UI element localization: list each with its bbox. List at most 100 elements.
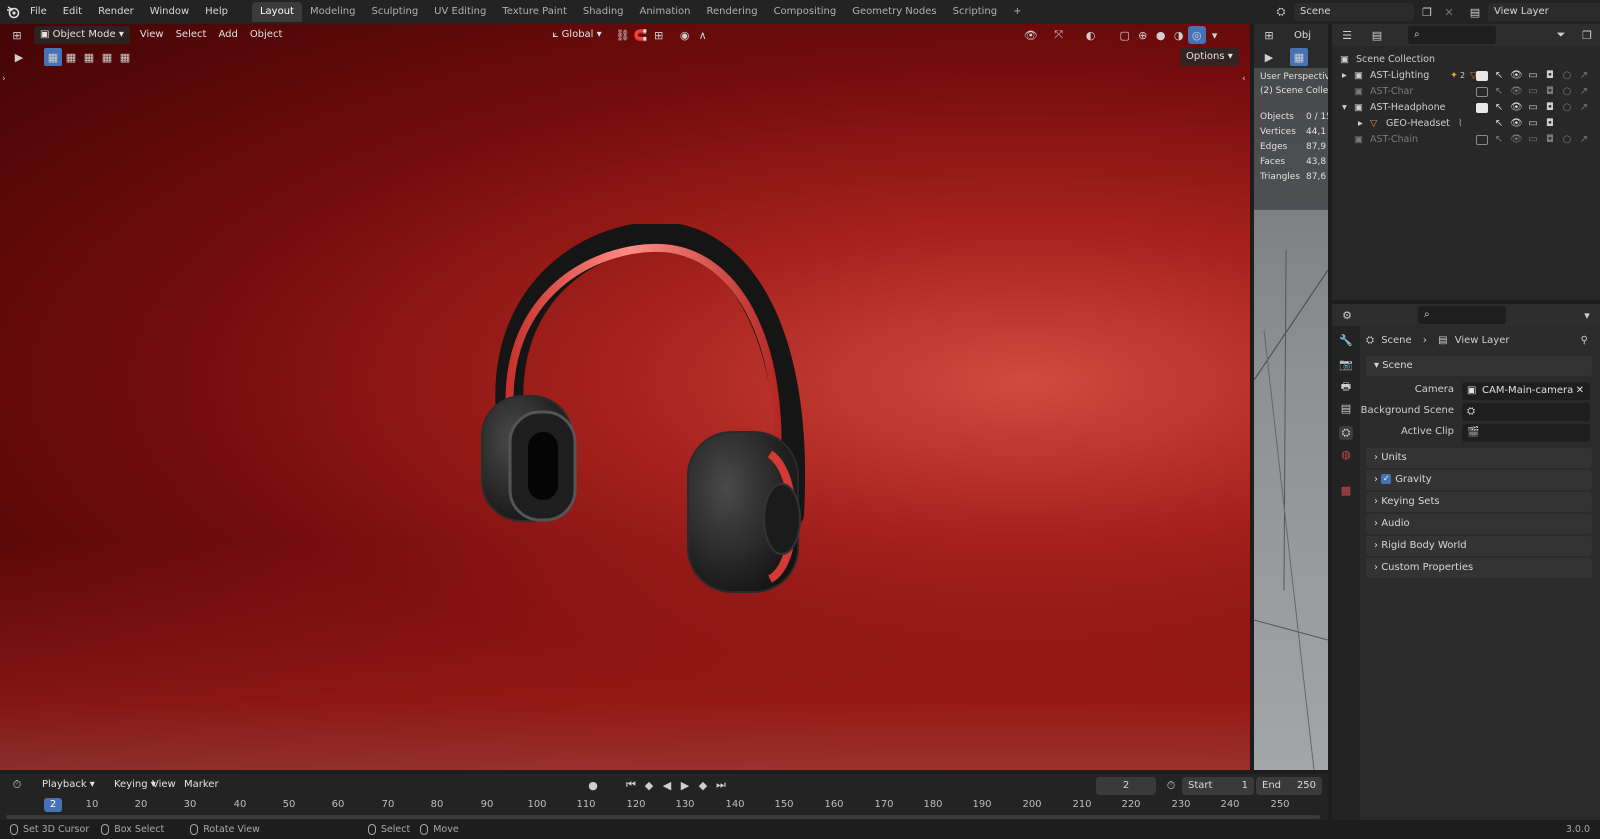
eye-icon[interactable]: 👁: [1510, 116, 1523, 132]
headphone-model[interactable]: [470, 224, 830, 604]
snap-target-icon[interactable]: ⊞: [650, 26, 668, 44]
falloff-icon[interactable]: ∧: [694, 26, 712, 44]
3d-viewport[interactable]: ⊞ ▣ Object Mode ▾ View Select Add Object…: [0, 24, 1250, 770]
play-reverse-icon[interactable]: ◀: [658, 776, 676, 794]
select-tool-icon[interactable]: ▶: [10, 48, 28, 66]
menu-window[interactable]: Window: [142, 0, 197, 24]
collapse-sidebar-icon[interactable]: ‹: [1242, 74, 1246, 84]
outliner-row-geo-headset[interactable]: ▸ ▽ GEO-Headset ⌇ ↖ 👁 ▭ ◘: [1332, 116, 1600, 132]
options-dropdown[interactable]: Options ▾: [1180, 48, 1239, 66]
scene-selector[interactable]: Scene: [1294, 3, 1414, 21]
scene-tab-icon[interactable]: ⛭: [1339, 426, 1353, 440]
viewport-disable-icon[interactable]: ▭: [1527, 116, 1539, 132]
new-scene-icon[interactable]: ❐: [1418, 3, 1436, 21]
transform-orientation-dropdown[interactable]: ⟀ Global ▾: [546, 26, 607, 44]
camera-render-icon[interactable]: ◘: [1544, 116, 1556, 132]
jump-start-icon[interactable]: ⏮: [622, 776, 640, 794]
wireframe-shading-icon[interactable]: ⊕: [1134, 26, 1152, 44]
clear-camera-icon[interactable]: ✕: [1576, 382, 1584, 400]
overlay-icon[interactable]: ◐: [1082, 26, 1100, 44]
record-icon[interactable]: ●: [584, 776, 602, 794]
material-shading-icon[interactable]: ◑: [1170, 26, 1188, 44]
select-new-icon[interactable]: ▦: [44, 48, 62, 66]
blender-logo-icon[interactable]: [4, 3, 22, 21]
new-collection-icon[interactable]: ❐: [1578, 26, 1596, 44]
snap-icon[interactable]: 🧲: [632, 26, 650, 44]
selectable-icon[interactable]: ↖: [1493, 132, 1505, 151]
camera-field[interactable]: ▣ CAM-Main-camera ✕: [1462, 382, 1590, 400]
tab-texture-paint[interactable]: Texture Paint: [494, 2, 575, 22]
add-menu[interactable]: Add: [212, 26, 243, 44]
tool-tab-icon[interactable]: 🔧: [1339, 334, 1353, 348]
tab-compositing[interactable]: Compositing: [766, 2, 845, 22]
secondary-select-tool-icon[interactable]: ▶: [1260, 48, 1278, 66]
tab-modeling[interactable]: Modeling: [302, 2, 364, 22]
tab-uv-editing[interactable]: UV Editing: [426, 2, 494, 22]
object-menu[interactable]: Object: [244, 26, 289, 44]
add-workspace-button[interactable]: +: [1005, 2, 1029, 22]
select-menu[interactable]: Select: [170, 26, 213, 44]
secondary-select-new-icon[interactable]: ▦: [1290, 48, 1308, 66]
expand-arrow-icon[interactable]: ▸: [1342, 68, 1347, 84]
tab-rendering[interactable]: Rendering: [698, 2, 765, 22]
tab-scripting[interactable]: Scripting: [945, 2, 1005, 22]
outliner-row-ast-lighting[interactable]: ▸ ▣ AST-Lighting ✦ 2 ▽ ↖ 👁 ▭ ◘ ○ ↗: [1332, 68, 1600, 84]
gizmo-icon[interactable]: ⤧: [1050, 26, 1068, 44]
view-layer-icon[interactable]: ▤: [1466, 3, 1484, 21]
object-mode-dropdown[interactable]: ▣ Object Mode ▾: [34, 26, 130, 44]
shading-options-icon[interactable]: ▾: [1206, 26, 1224, 44]
indirect-icon[interactable]: ↗: [1578, 132, 1590, 151]
exclude-checkbox[interactable]: [1476, 132, 1488, 151]
menu-file[interactable]: File: [22, 0, 55, 24]
preview-range-icon[interactable]: ⏱: [1162, 777, 1180, 795]
outliner-editor-icon[interactable]: ☰: [1338, 26, 1356, 44]
texture-tab-icon[interactable]: ▩: [1339, 484, 1353, 498]
holdout-icon[interactable]: ○: [1561, 132, 1573, 151]
current-frame-field[interactable]: 2: [1096, 777, 1156, 795]
tab-sculpting[interactable]: Sculpting: [363, 2, 426, 22]
marker-menu[interactable]: Marker: [178, 776, 225, 794]
tab-geometry-nodes[interactable]: Geometry Nodes: [844, 2, 944, 22]
outliner-filter-icon[interactable]: ⏷: [1552, 26, 1570, 44]
select-subtract-icon[interactable]: ▦: [80, 48, 98, 66]
pin-icon[interactable]: ⚲: [1581, 332, 1588, 350]
play-icon[interactable]: ▶: [676, 776, 694, 794]
outliner-row-ast-chain[interactable]: ▣ AST-Chain ↖ 👁 ▭ ◘ ○ ↗: [1332, 132, 1600, 148]
outliner-search-input[interactable]: ⌕: [1408, 26, 1496, 44]
view-layer-selector[interactable]: View Layer: [1488, 3, 1600, 21]
outliner-display-mode-icon[interactable]: ▤: [1368, 26, 1386, 44]
camera-render-icon[interactable]: ◘: [1544, 132, 1556, 151]
menu-help[interactable]: Help: [197, 0, 236, 24]
select-extend-icon[interactable]: ▦: [62, 48, 80, 66]
panel-scene[interactable]: ▾ Scene: [1366, 356, 1592, 376]
outliner-row-ast-char[interactable]: ▣ AST-Char ↖ 👁 ▭ ◘ ○ ↗: [1332, 84, 1600, 100]
view-menu[interactable]: View: [134, 26, 170, 44]
visibility-icon[interactable]: 👁: [1022, 26, 1040, 44]
menu-edit[interactable]: Edit: [55, 0, 90, 24]
active-clip-field[interactable]: 🎬: [1462, 424, 1590, 442]
prev-keyframe-icon[interactable]: ◆: [640, 776, 658, 794]
properties-options-icon[interactable]: ▾: [1578, 306, 1596, 324]
viewport-disable-icon[interactable]: ▭: [1527, 132, 1539, 151]
tab-shading[interactable]: Shading: [575, 2, 632, 22]
end-frame-field[interactable]: End 250: [1256, 777, 1322, 795]
world-tab-icon[interactable]: ◍: [1339, 448, 1353, 462]
secondary-editor-type-icon[interactable]: ⊞: [1260, 26, 1278, 44]
timeline-editor-icon[interactable]: ⏱: [8, 776, 26, 794]
next-keyframe-icon[interactable]: ◆: [694, 776, 712, 794]
timeline-scrollbar[interactable]: [6, 815, 1320, 819]
start-frame-field[interactable]: Start 1: [1182, 777, 1254, 795]
output-tab-icon[interactable]: 🖶: [1339, 380, 1353, 394]
playback-menu[interactable]: Playback ▾: [36, 776, 101, 794]
proportional-edit-icon[interactable]: ◉: [676, 26, 694, 44]
solid-shading-icon[interactable]: ●: [1152, 26, 1170, 44]
collapse-arrow-icon[interactable]: ▾: [1342, 100, 1347, 116]
menu-render[interactable]: Render: [90, 0, 142, 24]
outliner-row-ast-headphone[interactable]: ▾ ▣ AST-Headphone ↖ 👁 ▭ ◘ ○ ↗: [1332, 100, 1600, 116]
playhead[interactable]: 2: [44, 798, 62, 812]
eye-icon[interactable]: 👁: [1510, 132, 1523, 151]
tab-layout[interactable]: Layout: [251, 2, 302, 22]
selectable-icon[interactable]: ↖: [1493, 116, 1505, 132]
pivot-icon[interactable]: ⛓: [614, 26, 632, 44]
collapse-toolbar-icon[interactable]: ›: [2, 74, 6, 84]
